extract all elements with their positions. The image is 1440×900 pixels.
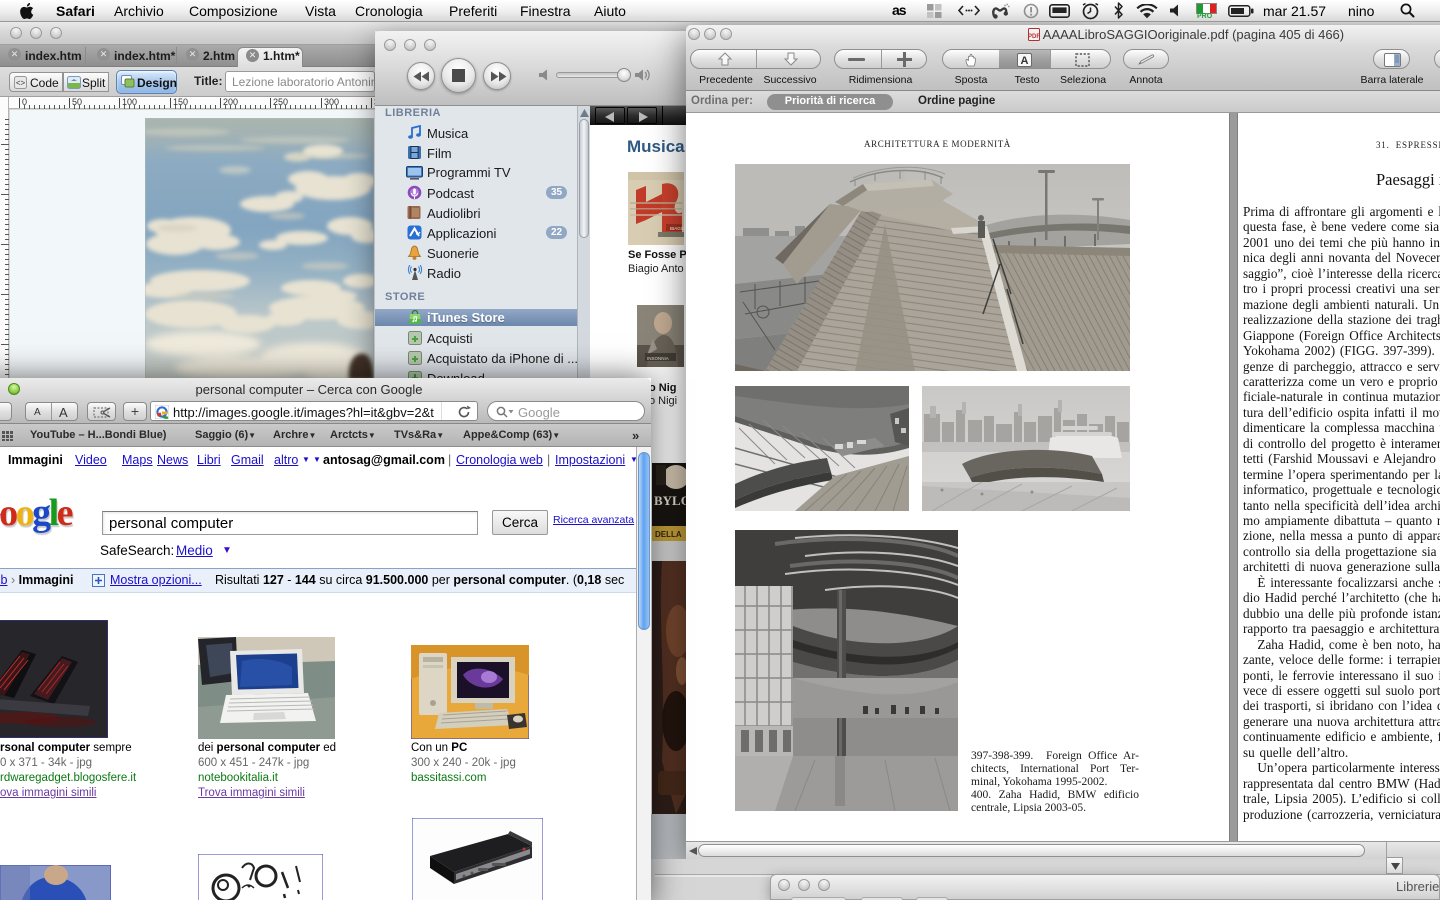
- svg-text:DELLA: DELLA: [655, 530, 682, 539]
- svg-text:BIAGIO: BIAGIO: [670, 226, 684, 231]
- svg-text:A: A: [1021, 55, 1029, 67]
- svg-text:50: 50: [72, 97, 82, 107]
- svg-text:<>: <>: [16, 79, 26, 88]
- svg-text:PDF: PDF: [1028, 34, 1040, 40]
- svg-text:INSONNIA: INSONNIA: [647, 356, 669, 361]
